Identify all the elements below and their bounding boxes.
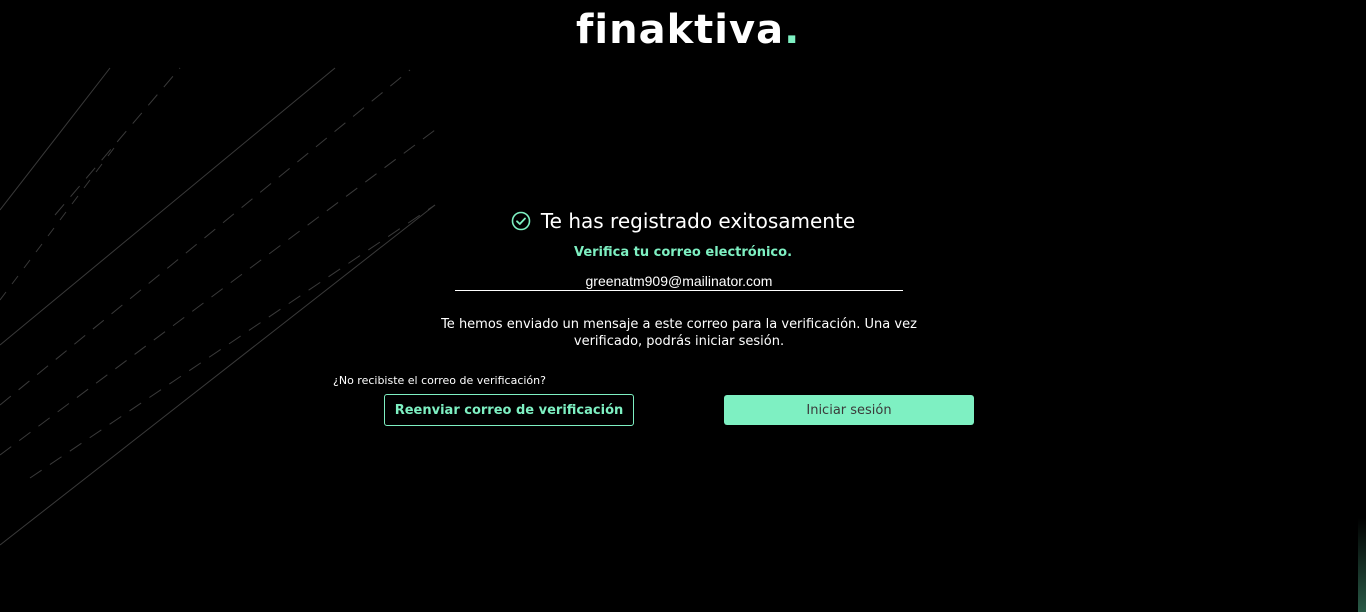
verification-message: Te hemos enviado un mensaje a este corre…	[441, 317, 917, 349]
login-button[interactable]: Iniciar sesión	[724, 395, 974, 425]
verify-email-label: Verifica tu correo electrónico.	[573, 245, 793, 260]
check-circle-icon	[511, 211, 531, 231]
resend-question: ¿No recibiste el correo de verificación?	[333, 374, 546, 387]
edge-accent	[1358, 518, 1366, 612]
brand-logo: finaktiva.	[576, 6, 800, 54]
decorative-lines	[0, 67, 436, 546]
email-field[interactable]	[455, 272, 903, 291]
brand-dot: .	[784, 7, 801, 53]
resend-email-button[interactable]: Reenviar correo de verificación	[384, 394, 634, 426]
brand-name: finaktiva	[576, 7, 785, 53]
success-header: Te has registrado exitosamente	[0, 206, 1366, 236]
page: finaktiva. Te has registrado exitosament…	[0, 0, 1366, 612]
success-title: Te has registrado exitosamente	[540, 209, 856, 233]
